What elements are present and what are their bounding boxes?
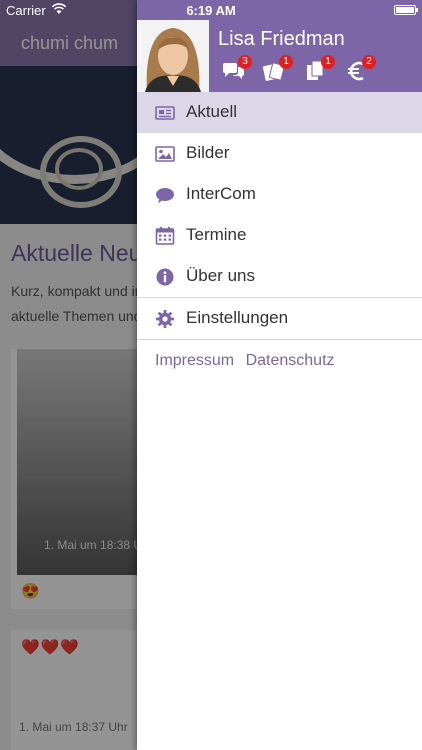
menu-item-label: Aktuell [186, 102, 238, 121]
side-drawer: Lisa Friedman 3 1 1 2 Aktuell Bilder Int… [137, 0, 422, 750]
drawer-menu: Aktuell Bilder InterCom Termine Über uns… [137, 92, 422, 340]
cards-button[interactable]: 1 [262, 55, 293, 84]
impressum-link[interactable]: Impressum [155, 352, 234, 369]
user-name: Lisa Friedman [218, 28, 345, 50]
menu-divider [137, 339, 422, 340]
menu-item-termine[interactable]: Termine [137, 215, 422, 256]
badge-count: 1 [321, 55, 335, 69]
newspaper-icon [155, 106, 175, 120]
gear-icon [156, 310, 174, 328]
euro-button[interactable]: 2 [345, 55, 376, 84]
documents-button[interactable]: 1 [304, 55, 335, 84]
menu-item-label: InterCom [186, 184, 256, 203]
footer-links: Impressum Datenschutz [155, 352, 342, 370]
speech-bubble-icon [156, 188, 174, 203]
status-bar: Carrier 6:19 AM [0, 0, 422, 20]
menu-item-ueber-uns[interactable]: Über uns [137, 256, 422, 297]
menu-item-label: Über uns [186, 266, 255, 285]
image-icon [155, 146, 175, 162]
menu-item-bilder[interactable]: Bilder [137, 133, 422, 174]
avatar[interactable] [137, 20, 209, 92]
calendar-icon [155, 227, 175, 245]
chat-bubbles-button[interactable]: 3 [221, 55, 252, 84]
menu-item-aktuell[interactable]: Aktuell [137, 92, 422, 133]
badge-count: 2 [362, 55, 376, 69]
menu-item-label: Termine [186, 225, 247, 244]
badge-count: 1 [279, 55, 293, 69]
menu-item-label: Bilder [186, 143, 230, 162]
menu-item-intercom[interactable]: InterCom [137, 174, 422, 215]
badge-count: 3 [238, 55, 252, 69]
menu-item-label: Einstellungen [186, 308, 289, 327]
info-icon [156, 268, 174, 286]
battery-icon [394, 5, 418, 15]
datenschutz-link[interactable]: Datenschutz [246, 352, 335, 369]
status-time: 6:19 AM [186, 3, 236, 18]
menu-item-einstellungen[interactable]: Einstellungen [137, 298, 422, 339]
